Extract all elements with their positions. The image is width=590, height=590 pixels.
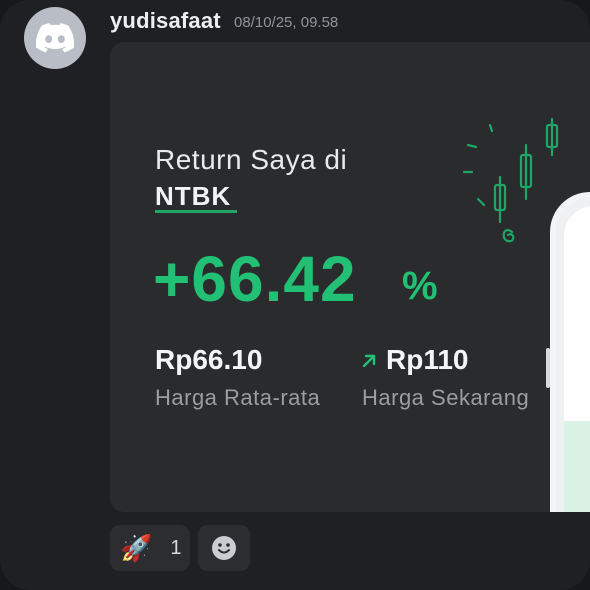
- return-percent-sign: %: [402, 264, 438, 308]
- user-avatar[interactable]: [24, 7, 86, 69]
- add-reaction-smiley-icon: [212, 536, 236, 560]
- discord-logo-icon: [36, 23, 74, 53]
- average-price: Rp66.10: [155, 344, 263, 375]
- phone-screen: [564, 206, 590, 512]
- phone-chart-area: [564, 421, 590, 512]
- reaction-count: 1: [170, 536, 182, 559]
- current-price-label: Harga Sekarang: [362, 385, 530, 410]
- reactions-bar: 🚀 1: [110, 525, 250, 571]
- embedded-image-card[interactable]: Return Saya di NTBK +66.42 % Rp66.10 Har…: [110, 42, 590, 512]
- add-reaction-button[interactable]: [198, 525, 250, 571]
- return-percentage: +66.42: [153, 243, 357, 315]
- ticker-underline: [155, 210, 237, 213]
- reaction-rocket[interactable]: 🚀 1: [110, 525, 190, 571]
- stock-ticker: NTBK: [155, 181, 232, 211]
- average-price-label: Harga Rata-rata: [155, 385, 321, 410]
- username[interactable]: yudisafaat: [110, 8, 221, 34]
- arrow-up-right-icon: [362, 354, 376, 368]
- phone-mockup: [546, 192, 590, 512]
- message-timestamp: 08/10/25, 09.58: [234, 14, 339, 31]
- return-title: Return Saya di: [155, 144, 348, 175]
- message-container: yudisafaat 08/10/25, 09.58 Return Saya d…: [0, 0, 590, 590]
- rocket-emoji-icon: 🚀: [120, 533, 153, 563]
- phone-side-button: [546, 348, 550, 388]
- current-price: Rp110: [386, 344, 469, 375]
